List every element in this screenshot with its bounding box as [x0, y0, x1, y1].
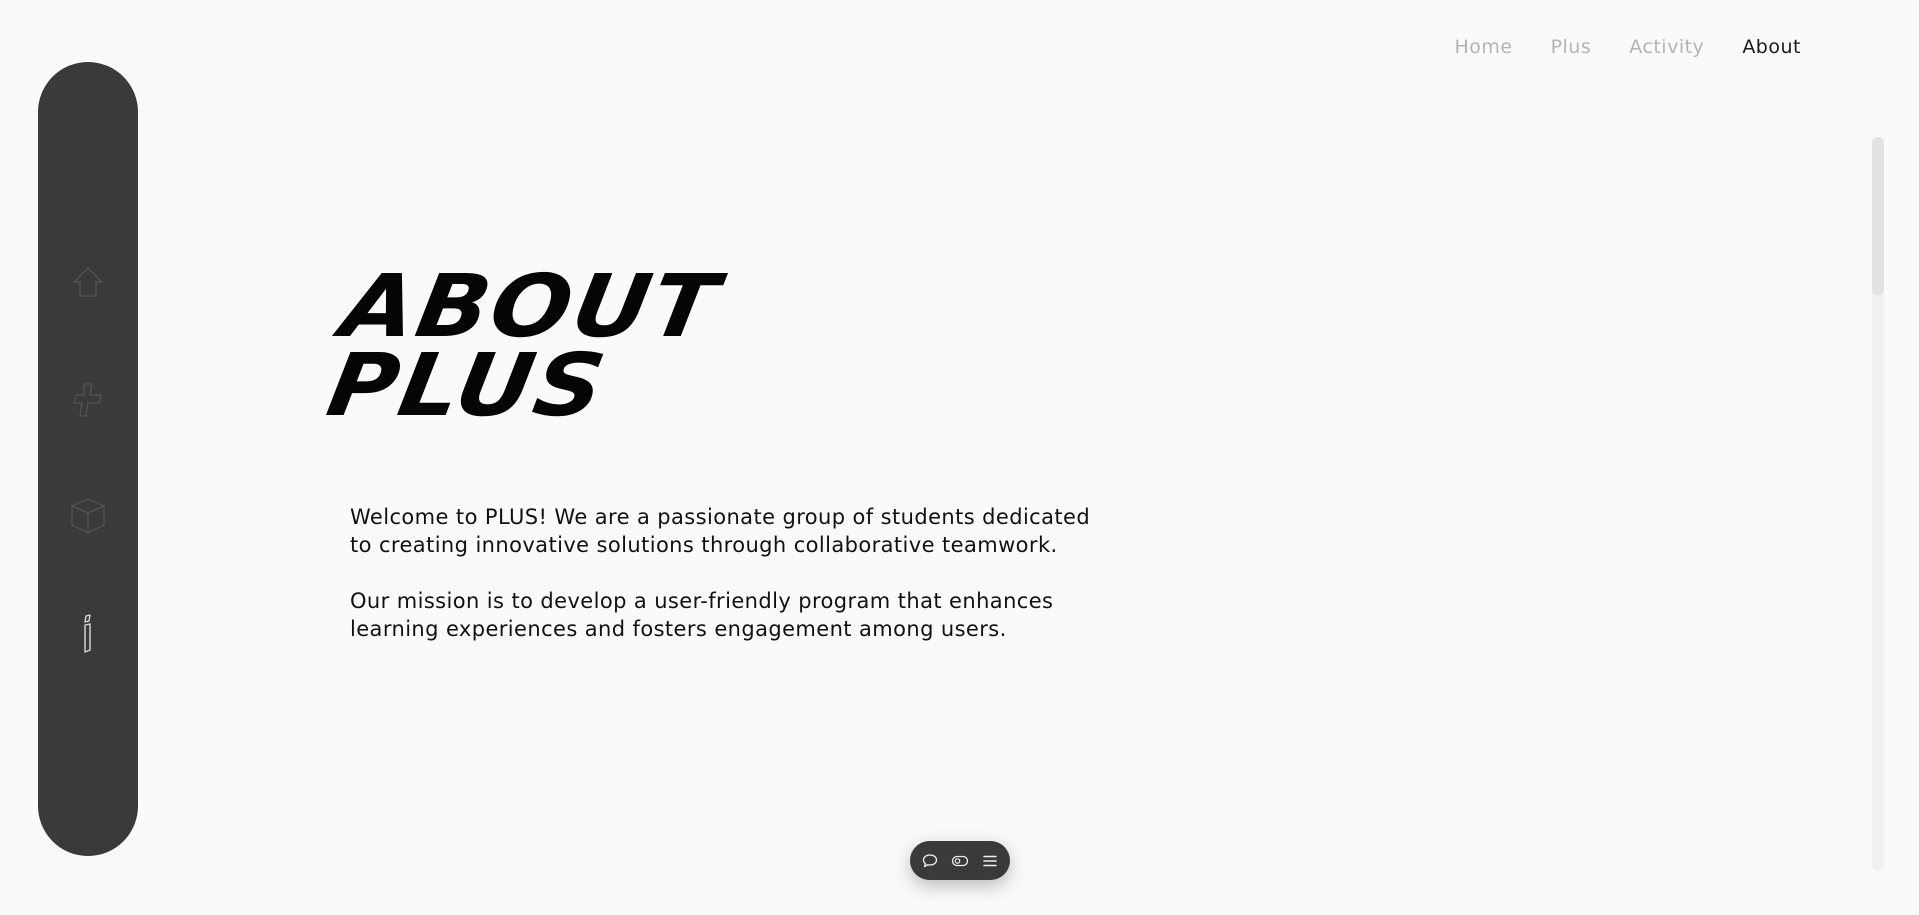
toggle-icon — [951, 855, 969, 866]
menu-button[interactable] — [981, 852, 999, 870]
menu-icon — [983, 855, 997, 866]
chat-button[interactable] — [921, 852, 939, 870]
welcome-paragraph: Welcome to PLUS! We are a passionate gro… — [350, 505, 1091, 557]
nav-plus-link[interactable]: Plus — [1551, 36, 1592, 58]
sidebar-item-about[interactable] — [68, 614, 108, 654]
sidebar-item-plus[interactable] — [68, 380, 108, 420]
page-title: ABOUT PLUS — [320, 257, 726, 437]
cube-icon — [71, 498, 105, 534]
sidebar — [38, 62, 138, 856]
info-icon — [84, 614, 91, 653]
sidebar-item-activity[interactable] — [68, 496, 108, 536]
floating-toolbar — [910, 841, 1010, 880]
nav-activity-link[interactable]: Activity — [1629, 36, 1704, 58]
mission-paragraph: Our mission is to develop a user-friendl… — [350, 589, 1054, 641]
title-line-plus: PLUS — [320, 336, 614, 437]
toggle-button[interactable] — [951, 852, 969, 870]
scrollbar-thumb[interactable] — [1872, 137, 1884, 295]
nav-home-link[interactable]: Home — [1454, 36, 1512, 58]
top-nav: Home Plus Activity About — [1454, 36, 1801, 58]
home-icon — [73, 267, 103, 297]
nav-about-link[interactable]: About — [1742, 36, 1801, 58]
sidebar-item-home[interactable] — [68, 262, 108, 302]
scrollbar-track[interactable] — [1872, 137, 1884, 871]
about-description: Welcome to PLUS! We are a passionate gro… — [350, 503, 1110, 671]
plus-icon — [73, 383, 102, 417]
chat-icon — [922, 853, 938, 867]
